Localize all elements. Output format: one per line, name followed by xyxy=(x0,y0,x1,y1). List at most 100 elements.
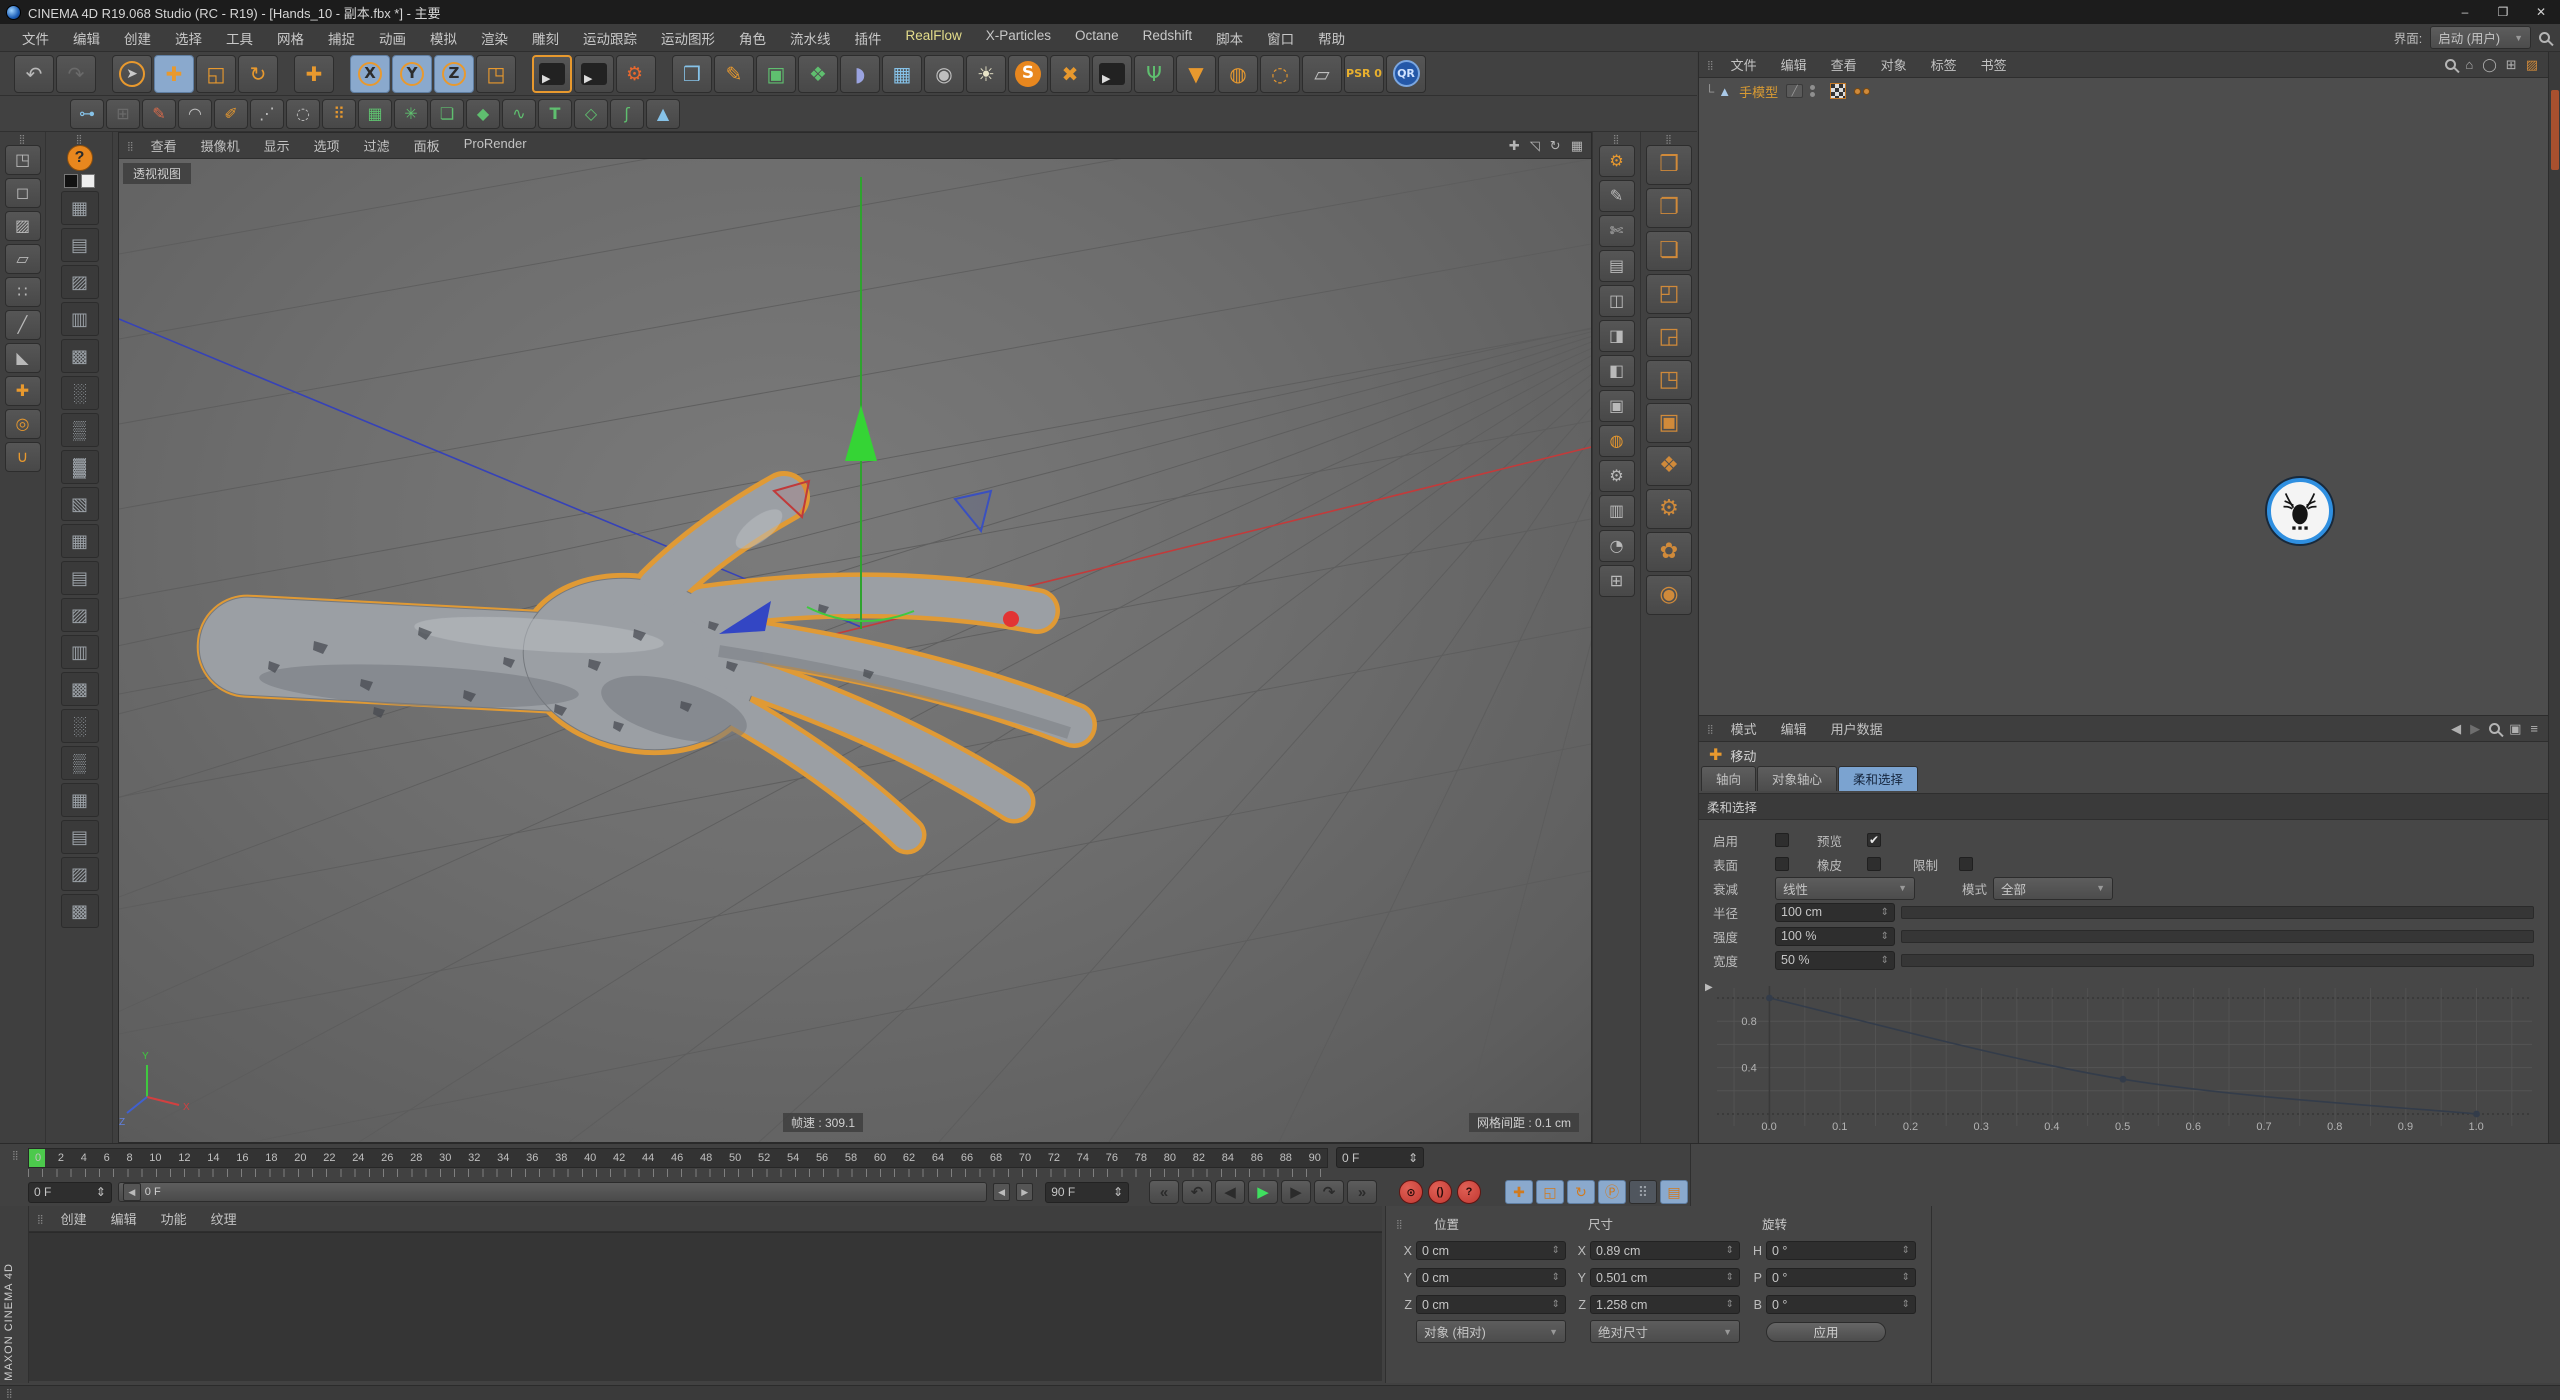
hook-cube-icon[interactable]: ◇ xyxy=(574,99,608,129)
rotation-p-field[interactable]: 0 °⇕ xyxy=(1766,1268,1916,1287)
drag-grip[interactable]: ⣿ xyxy=(76,136,84,142)
team-render-icon[interactable]: ▶ xyxy=(1092,55,1132,93)
frame-tick[interactable]: 54 xyxy=(787,1152,799,1164)
toolbar-separator[interactable] xyxy=(336,55,348,93)
tab-soft-selection[interactable]: 柔和选择 xyxy=(1838,766,1918,791)
uv-grid-icon[interactable]: ⊞ xyxy=(106,99,140,129)
help-button[interactable]: ? xyxy=(67,145,93,171)
view-menu-options[interactable]: 选项 xyxy=(302,136,352,155)
timeline-ruler[interactable]: 0246810121416182022242628303234363840424… xyxy=(28,1148,1328,1168)
toolbar-separator[interactable] xyxy=(98,55,110,93)
cage-points-icon[interactable]: ▦ xyxy=(358,99,392,129)
pattern-tile-icon[interactable]: ▩ xyxy=(61,894,99,928)
menu-render[interactable]: 渲染 xyxy=(469,28,520,48)
record-scale-toggle[interactable]: ◱ xyxy=(1536,1180,1564,1204)
frame-tick[interactable]: 60 xyxy=(874,1152,886,1164)
record-parameter-toggle[interactable]: Ⓟ xyxy=(1598,1180,1626,1204)
frame-tick[interactable]: 76 xyxy=(1106,1152,1118,1164)
render-view-icon[interactable]: ▶ xyxy=(532,55,572,93)
frame-tick[interactable]: 32 xyxy=(468,1152,480,1164)
stamp-tool-icon[interactable]: ◨ xyxy=(1599,320,1635,352)
mask-tool-icon[interactable]: ◧ xyxy=(1599,355,1635,387)
gear-tool-icon[interactable]: ⚙ xyxy=(1646,489,1692,529)
frame-tick[interactable]: 26 xyxy=(381,1152,393,1164)
am-history-back-icon[interactable]: ◀ xyxy=(2451,721,2461,737)
view-menu-panel[interactable]: 面板 xyxy=(402,136,452,155)
am-menu-userdata[interactable]: 用户数据 xyxy=(1819,719,1895,738)
pattern-tile-icon[interactable]: ▒ xyxy=(61,413,99,447)
pose-tool-icon[interactable]: ◉ xyxy=(1646,575,1692,615)
pattern-tile-icon[interactable]: ░ xyxy=(61,376,99,410)
frame-tick[interactable]: 56 xyxy=(816,1152,828,1164)
size-x-field[interactable]: 0.89 cm⇕ xyxy=(1590,1241,1740,1260)
pattern-tile-icon[interactable]: ▤ xyxy=(61,228,99,262)
frame-tick[interactable]: 78 xyxy=(1135,1152,1147,1164)
pattern-tile-icon[interactable]: ▨ xyxy=(61,857,99,891)
size-mode-dropdown[interactable]: 绝对尺寸▼ xyxy=(1590,1320,1740,1343)
psr-zero-icon[interactable]: PSR 0 xyxy=(1344,55,1384,93)
strength-slider[interactable] xyxy=(1901,930,2534,943)
previous-key-button[interactable]: ↶ xyxy=(1182,1180,1212,1204)
frame-tick[interactable]: 46 xyxy=(671,1152,683,1164)
next-key-button[interactable]: ↷ xyxy=(1314,1180,1344,1204)
view-menu-view[interactable]: 查看 xyxy=(139,136,189,155)
menu-tools[interactable]: 工具 xyxy=(214,28,265,48)
add-cube-icon[interactable]: ❒ xyxy=(672,55,712,93)
array-cube-icon[interactable]: ❏ xyxy=(1646,231,1692,271)
pattern-tile-icon[interactable]: ▤ xyxy=(61,820,99,854)
drag-grip[interactable]: ⣿ xyxy=(19,136,27,142)
om-menu-view[interactable]: 查看 xyxy=(1819,55,1869,74)
move-gizmo-x-handle[interactable] xyxy=(1003,611,1019,627)
connect-nodes-icon[interactable]: ⊶ xyxy=(70,99,104,129)
object-name-label[interactable]: 手模型 xyxy=(1735,81,1782,102)
range-right-handle-left[interactable]: ◀ xyxy=(993,1183,1010,1201)
frame-tick[interactable]: 8 xyxy=(126,1152,132,1164)
menu-octane[interactable]: Octane xyxy=(1063,28,1131,48)
frame-tick[interactable]: 80 xyxy=(1164,1152,1176,1164)
last-used-tool-icon[interactable]: ✚ xyxy=(294,55,334,93)
section-header[interactable]: 柔和选择 xyxy=(1699,793,2548,820)
om-menu-bookmarks[interactable]: 书签 xyxy=(1969,55,2019,74)
frame-tick[interactable]: 14 xyxy=(207,1152,219,1164)
menu-realflow[interactable]: RealFlow xyxy=(894,28,974,48)
preview-checkbox[interactable]: ✔ xyxy=(1867,833,1881,847)
extrude-cubes-icon[interactable]: ❏ xyxy=(430,99,464,129)
frame-tick[interactable]: 40 xyxy=(584,1152,596,1164)
frame-tick[interactable]: 10 xyxy=(149,1152,161,1164)
frame-tick[interactable]: 50 xyxy=(729,1152,741,1164)
size-y-field[interactable]: 0.501 cm⇕ xyxy=(1590,1268,1740,1287)
wrench-tool-icon[interactable]: ⚙ xyxy=(1599,145,1635,177)
am-lock-icon[interactable]: ▣ xyxy=(2509,721,2521,737)
menu-animate[interactable]: 动画 xyxy=(367,28,418,48)
menu-xparticles[interactable]: X-Particles xyxy=(974,28,1063,48)
step-points-icon[interactable]: ⋰ xyxy=(250,99,284,129)
cluster-icon[interactable]: ✳ xyxy=(394,99,428,129)
redo-icon[interactable]: ↷ xyxy=(56,55,96,93)
om-filter-icon[interactable]: ◯ xyxy=(2482,57,2497,73)
record-keyframe-button[interactable]: ⊙ xyxy=(1399,1180,1423,1204)
wire-sphere-icon[interactable]: ◍ xyxy=(1218,55,1258,93)
mograph-icon[interactable]: ❖ xyxy=(798,55,838,93)
move-gizmo[interactable] xyxy=(719,177,1019,634)
tab-object-axis[interactable]: 对象轴心 xyxy=(1757,766,1837,791)
snap-enable-icon[interactable]: ∪ xyxy=(5,442,41,472)
settings-gear-icon[interactable]: ⚙ xyxy=(1599,460,1635,492)
frame-tick[interactable]: 84 xyxy=(1222,1152,1234,1164)
spinner-icon[interactable]: ⇕ xyxy=(1113,1185,1123,1199)
spline-arc-icon[interactable]: ◠ xyxy=(178,99,212,129)
frame-tick[interactable]: 38 xyxy=(555,1152,567,1164)
text-tool-icon[interactable]: T xyxy=(538,99,572,129)
background-color-swatch[interactable] xyxy=(81,174,95,188)
radius-field[interactable]: 100 cm⇕ xyxy=(1775,903,1895,922)
mm-menu-edit[interactable]: 编辑 xyxy=(99,1209,149,1228)
panel-cube-icon[interactable]: ▣ xyxy=(1646,403,1692,443)
menu-help[interactable]: 帮助 xyxy=(1306,28,1357,48)
mm-menu-texture[interactable]: 纹理 xyxy=(199,1209,249,1228)
menu-edit[interactable]: 编辑 xyxy=(61,28,112,48)
menu-simulate[interactable]: 模拟 xyxy=(418,28,469,48)
range-start-field[interactable]: 0 F⇕ xyxy=(28,1182,112,1203)
view-label[interactable]: 透视视图 xyxy=(123,163,191,184)
frame-tick[interactable]: 88 xyxy=(1280,1152,1292,1164)
menu-pipeline[interactable]: 流水线 xyxy=(778,28,843,48)
frame-tick[interactable]: 2 xyxy=(58,1152,64,1164)
